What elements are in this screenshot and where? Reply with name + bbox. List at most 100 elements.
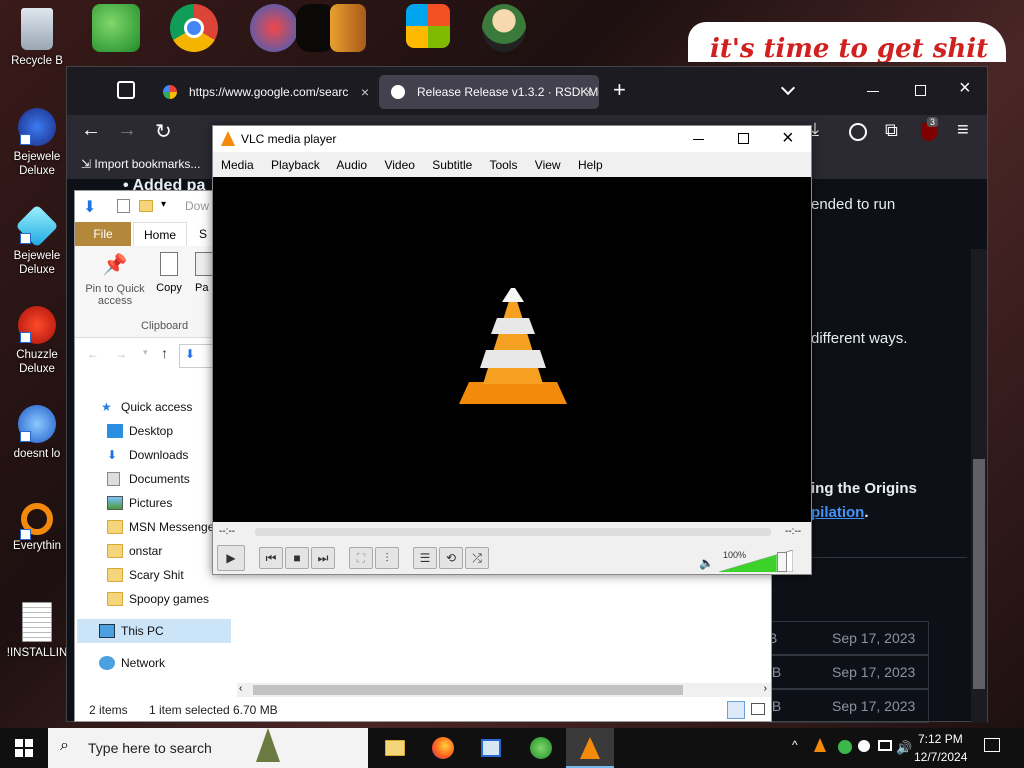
new-tab-button[interactable]: + bbox=[613, 77, 626, 103]
history-chevron-icon[interactable]: ▾ bbox=[143, 347, 148, 358]
tray-volume-icon[interactable]: 🔊 bbox=[896, 740, 912, 756]
close-button[interactable]: × bbox=[782, 127, 794, 150]
forward-arrow-icon[interactable]: → bbox=[117, 119, 137, 142]
taskbar-vlc[interactable] bbox=[566, 728, 614, 768]
account-icon[interactable] bbox=[849, 123, 867, 141]
taskbar-file-explorer[interactable] bbox=[372, 728, 418, 768]
chrome-icon[interactable] bbox=[170, 4, 218, 52]
menu-video[interactable]: Video bbox=[384, 158, 414, 172]
menu-view[interactable]: View bbox=[535, 158, 561, 172]
nav-onstar[interactable]: onstar bbox=[107, 539, 162, 563]
maximize-button[interactable] bbox=[738, 133, 749, 144]
menu-playback[interactable]: Playback bbox=[271, 158, 320, 172]
nav-scary-shit[interactable]: Scary Shit bbox=[107, 563, 184, 587]
nav-documents[interactable]: Documents bbox=[107, 467, 190, 491]
extended-settings-button[interactable]: ⫶ bbox=[375, 547, 399, 569]
nav-spoopy-games[interactable]: Spoopy games bbox=[107, 587, 209, 611]
start-button[interactable] bbox=[0, 728, 48, 768]
details-view-icon[interactable] bbox=[727, 701, 745, 719]
menu-tools[interactable]: Tools bbox=[489, 158, 517, 172]
close-icon[interactable]: × bbox=[585, 75, 593, 109]
desktop-icon-bejeweled-1[interactable]: Bejewele Deluxe bbox=[6, 108, 68, 178]
speaker-icon[interactable]: 🔈 bbox=[699, 556, 714, 570]
minimize-button[interactable] bbox=[693, 139, 704, 140]
page-scrollbar[interactable] bbox=[971, 249, 987, 723]
large-icons-view-icon[interactable] bbox=[751, 703, 765, 715]
close-button[interactable]: × bbox=[959, 77, 971, 100]
nav-quick-access[interactable]: ★ Quick access bbox=[101, 395, 192, 419]
scrollbar-thumb[interactable] bbox=[973, 459, 985, 689]
forward-arrow-icon[interactable]: → bbox=[115, 347, 127, 361]
notification-icon[interactable] bbox=[984, 738, 1000, 752]
volume-slider[interactable] bbox=[719, 550, 793, 572]
tray-vlc-icon[interactable] bbox=[814, 738, 826, 752]
menu-media[interactable]: Media bbox=[221, 158, 254, 172]
minimize-button[interactable] bbox=[867, 91, 879, 92]
scroll-left-icon[interactable]: ‹ bbox=[239, 683, 242, 694]
previous-button[interactable]: ⏮ bbox=[259, 547, 283, 569]
desktop-icon-everything[interactable]: Everythin bbox=[6, 503, 68, 553]
up-arrow-icon[interactable]: ↑ bbox=[161, 345, 168, 361]
search-box[interactable]: ⌕ Type here to search bbox=[48, 728, 368, 768]
customize-chevron-icon[interactable]: ▾ bbox=[161, 199, 166, 210]
nav-pictures[interactable]: Pictures bbox=[107, 491, 172, 515]
tab-github-release[interactable]: Release Release v1.3.2 · RSDKMo × bbox=[379, 75, 599, 109]
stop-button[interactable]: ■ bbox=[285, 547, 309, 569]
copy-button[interactable]: Copy bbox=[153, 252, 185, 294]
tab-google-search[interactable]: https://www.google.com/searc × bbox=[151, 75, 375, 109]
fullscreen-button[interactable]: ⛶ bbox=[349, 547, 373, 569]
loop-button[interactable]: ⟲ bbox=[439, 547, 463, 569]
nav-network[interactable]: Network bbox=[99, 651, 165, 675]
pinball-icon[interactable] bbox=[250, 4, 298, 52]
back-arrow-icon[interactable]: ← bbox=[81, 119, 101, 142]
menu-subtitle[interactable]: Subtitle bbox=[432, 158, 472, 172]
import-bookmarks[interactable]: ⇲ Import bookmarks... bbox=[81, 157, 200, 171]
scrollbar-thumb[interactable] bbox=[253, 685, 683, 695]
clock-time[interactable]: 7:12 PM bbox=[918, 732, 963, 746]
downloads-icon[interactable]: ⤓ bbox=[811, 119, 819, 140]
close-icon[interactable]: × bbox=[361, 75, 369, 109]
taskbar-firefox[interactable] bbox=[420, 728, 466, 768]
desktop-icon-doesnt-load[interactable]: doesnt lo bbox=[6, 405, 68, 461]
horizontal-scrollbar[interactable]: ‹ › bbox=[237, 683, 771, 697]
windows-flag-icon[interactable] bbox=[406, 4, 450, 48]
scroll-right-icon[interactable]: › bbox=[764, 683, 767, 694]
nav-downloads[interactable]: ⬇ Downloads bbox=[107, 443, 188, 467]
properties-icon[interactable] bbox=[117, 199, 130, 213]
shuffle-button[interactable]: ⤮ bbox=[465, 547, 489, 569]
down-arrow-icon[interactable]: ⬇ bbox=[83, 197, 96, 217]
extensions-icon[interactable]: ⧉ bbox=[885, 120, 898, 141]
msn-messenger-icon[interactable] bbox=[92, 4, 140, 52]
list-all-tabs-chevron-icon[interactable] bbox=[780, 80, 796, 96]
seek-bar[interactable] bbox=[255, 528, 771, 536]
next-button[interactable]: ⏭ bbox=[311, 547, 335, 569]
menu-audio[interactable]: Audio bbox=[336, 158, 367, 172]
play-button[interactable]: ▶ bbox=[217, 545, 245, 571]
reload-icon[interactable]: ↻ bbox=[155, 119, 172, 144]
asset-row[interactable]: IB Sep 17, 2023 bbox=[767, 655, 929, 689]
asset-row[interactable]: B Sep 17, 2023 bbox=[767, 621, 929, 655]
desktop-icon-recycle-bin[interactable]: Recycle B bbox=[6, 8, 68, 68]
tray-expand-chevron-icon[interactable]: ^ bbox=[792, 738, 798, 752]
tray-account-icon[interactable] bbox=[858, 740, 870, 752]
nav-desktop[interactable]: Desktop bbox=[107, 419, 173, 443]
volume-knob[interactable] bbox=[777, 552, 787, 572]
desktop-icon-bejeweled-2[interactable]: Bejewele Deluxe bbox=[6, 204, 68, 277]
pin-quick-access-button[interactable]: 📌 Pin to Quick access bbox=[79, 252, 151, 307]
tray-network-icon[interactable] bbox=[878, 740, 892, 751]
maximize-button[interactable] bbox=[915, 85, 926, 96]
desktop-icon-chuzzle[interactable]: Chuzzle Deluxe bbox=[6, 306, 68, 376]
nav-msn-messenger[interactable]: MSN Messenger bbox=[107, 515, 218, 539]
tray-msn-icon[interactable] bbox=[838, 740, 852, 754]
taskbar-app-window[interactable] bbox=[468, 728, 514, 768]
asset-row[interactable]: IB Sep 17, 2023 bbox=[767, 689, 929, 723]
new-folder-icon[interactable] bbox=[139, 200, 153, 212]
character-icon[interactable] bbox=[482, 4, 526, 52]
nav-this-pc[interactable]: This PC bbox=[77, 619, 231, 643]
clock-date[interactable]: 12/7/2024 bbox=[914, 750, 967, 764]
playlist-button[interactable]: ☰ bbox=[413, 547, 437, 569]
folder-book-icon[interactable] bbox=[330, 4, 366, 52]
desktop-icon-installing[interactable]: !INSTALLIN bbox=[6, 602, 68, 660]
compilation-link[interactable]: pilation bbox=[811, 504, 864, 521]
menu-help[interactable]: Help bbox=[578, 158, 603, 172]
